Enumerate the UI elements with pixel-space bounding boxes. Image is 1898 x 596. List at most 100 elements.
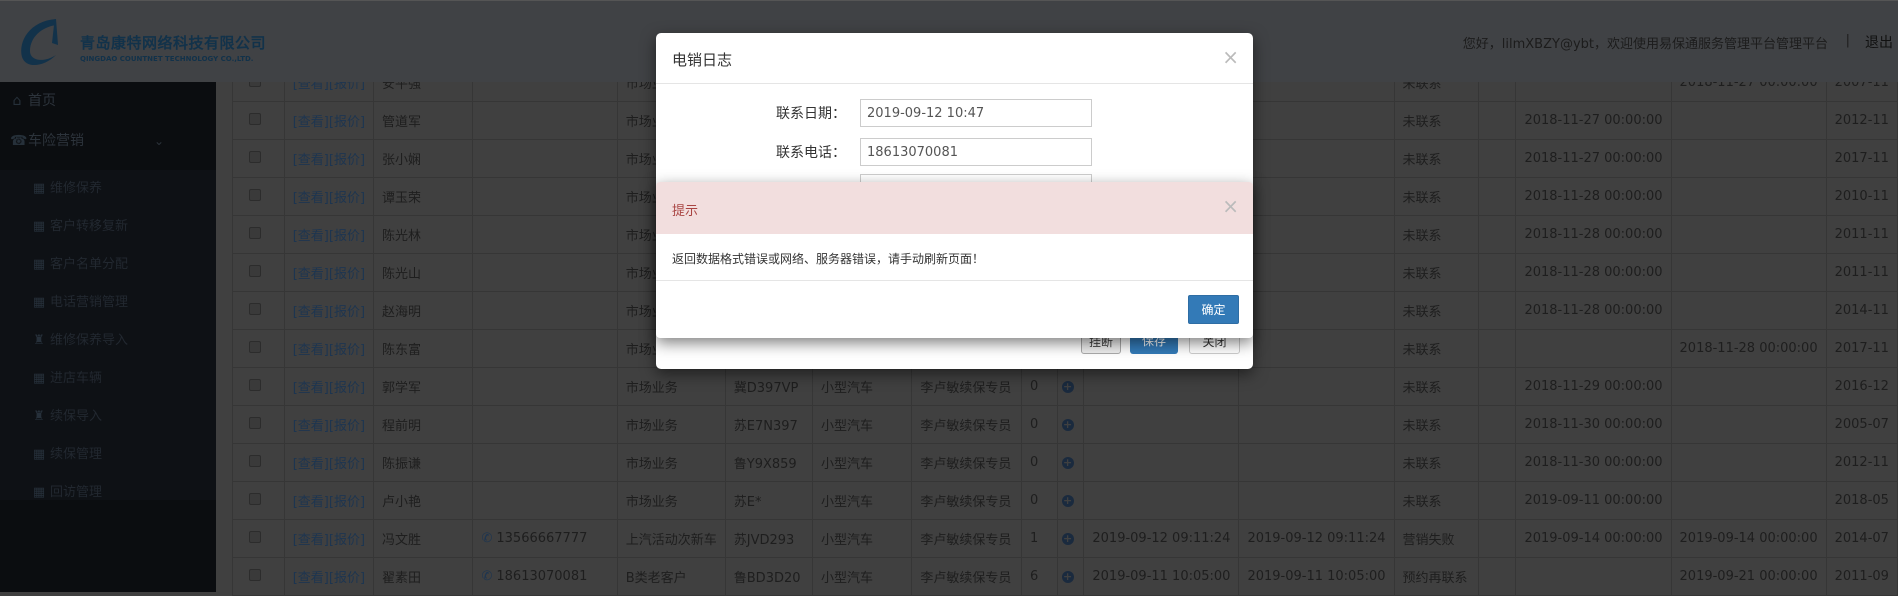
view-link[interactable]: [查看] (293, 191, 329, 206)
plus-circle-icon[interactable]: + (1061, 533, 1074, 545)
table-row: [查看][报价] 郭学军 市场业务 冀D397VP 小型汽车 李卢敏续保专员 0 + 未联系 20… (232, 367, 1898, 406)
quote-link[interactable]: [报价] (329, 495, 365, 510)
empty-cell (1477, 101, 1517, 140)
sidebar-item-label: 维修保养导入 (50, 333, 129, 348)
quote-link[interactable]: [报价] (329, 381, 365, 396)
row-checkbox[interactable] (249, 454, 261, 467)
plate-cell: 苏E7N397 (724, 405, 814, 444)
plus-circle-icon[interactable]: + (1061, 495, 1074, 507)
empty-cell (1477, 367, 1517, 406)
sidebar-item[interactable]: ▦ 进店车辆 (0, 360, 216, 398)
row-checkbox[interactable] (249, 302, 261, 315)
date-cell: 2005-07 (1825, 405, 1898, 444)
view-link[interactable]: [查看] (293, 153, 329, 168)
last-contact-cell (1238, 215, 1395, 254)
quote-link[interactable]: [报价] (329, 267, 365, 282)
row-checkbox[interactable] (249, 416, 261, 429)
row-checkbox[interactable] (249, 226, 261, 239)
empty-cell (1477, 177, 1517, 216)
status-cell: 未联系 (1393, 101, 1479, 140)
row-checkbox[interactable] (249, 112, 261, 125)
view-link[interactable]: [查看] (293, 381, 329, 396)
contact-time-cell (1083, 405, 1240, 444)
row-checkbox[interactable] (249, 492, 261, 505)
close-icon[interactable]: × (1222, 196, 1239, 216)
row-checkbox[interactable] (249, 378, 261, 391)
row-checkbox[interactable] (249, 530, 261, 543)
sidebar-section-car-insurance[interactable]: ☎车险营销 ⌄ (0, 122, 216, 160)
row-checkbox[interactable] (249, 150, 261, 163)
name-cell: 管道军 (373, 101, 474, 140)
view-link[interactable]: [查看] (293, 343, 329, 358)
plus-circle-icon[interactable]: + (1061, 381, 1074, 393)
sidebar-item[interactable]: ▦ 电话营销管理 (0, 284, 216, 322)
plate-cell: 苏E* (724, 481, 814, 520)
date-cell: 2018-11-28 00:00:00 (1515, 253, 1672, 292)
name-cell: 冯文胜 (373, 519, 474, 558)
table-row: [查看][报价] 陈振谦 市场业务 鲁Y9X859 小型汽车 李卢敏续保专员 0 + 未联系 20… (232, 443, 1898, 482)
sidebar-item[interactable]: ♜ 续保导入 (0, 398, 216, 436)
quote-link[interactable]: [报价] (329, 115, 365, 130)
view-link[interactable]: [查看] (293, 229, 329, 244)
sidebar-item[interactable]: ♜ 维修保养导入 (0, 322, 216, 360)
last-contact-cell (1238, 481, 1395, 520)
sidebar-item[interactable]: ▦ 客户转移复新 (0, 208, 216, 246)
phone-icon[interactable]: ✆ (481, 569, 492, 584)
quote-link[interactable]: [报价] (329, 343, 365, 358)
date-cell: 2019-09-21 00:00:00 (1670, 557, 1827, 596)
view-link[interactable]: [查看] (293, 495, 329, 510)
view-link[interactable]: [查看] (293, 533, 329, 548)
quote-link[interactable]: [报价] (329, 533, 365, 548)
name-cell: 赵海明 (373, 291, 474, 330)
date-cell (1670, 291, 1827, 330)
staff-cell: 李卢敏续保专员 (911, 443, 1022, 482)
quote-link[interactable]: [报价] (329, 305, 365, 320)
row-checkbox[interactable] (249, 264, 261, 277)
view-link[interactable]: [查看] (293, 419, 329, 434)
quote-link[interactable]: [报价] (329, 457, 365, 472)
logo-icon (21, 19, 58, 66)
status-cell: 未联系 (1393, 329, 1479, 368)
status-cell: 未联系 (1393, 215, 1479, 254)
staff-cell: 李卢敏续保专员 (911, 557, 1022, 596)
plus-circle-icon[interactable]: + (1061, 419, 1074, 431)
quote-link[interactable]: [报价] (329, 571, 365, 586)
name-cell: 卢小艳 (373, 481, 474, 520)
sidebar-item[interactable]: ▦ 客户名单分配 (0, 246, 216, 284)
close-icon[interactable]: × (1222, 47, 1239, 67)
confirm-button[interactable]: 确定 (1188, 295, 1239, 324)
view-link[interactable]: [查看] (293, 115, 329, 130)
customer-type-cell: 市场业务 (616, 367, 726, 406)
vehicle-type-cell: 小型汽车 (811, 519, 913, 558)
logout-link[interactable]: 退出 (1865, 32, 1893, 52)
empty-cell (1477, 443, 1517, 482)
add-cell: + (1056, 367, 1085, 406)
contact-phone-input[interactable] (860, 138, 1092, 166)
contact-date-input[interactable] (860, 99, 1092, 127)
plus-circle-icon[interactable]: + (1061, 457, 1074, 469)
quote-link[interactable]: [报价] (329, 153, 365, 168)
last-contact-cell (1238, 177, 1395, 216)
view-link[interactable]: [查看] (293, 267, 329, 282)
row-checkbox[interactable] (249, 568, 261, 581)
sidebar-item-home[interactable]: ⌂ 首页 (0, 82, 216, 120)
empty-cell (1477, 215, 1517, 254)
sidebar-item[interactable]: ▦ 回访管理 (0, 474, 216, 512)
view-link[interactable]: [查看] (293, 457, 329, 472)
import-icon: ♜ (33, 333, 45, 348)
view-link[interactable]: [查看] (293, 305, 329, 320)
chevron-down-icon: ⌄ (153, 134, 164, 148)
sidebar-item[interactable]: ▦ 维修保养 (0, 170, 216, 208)
quote-link[interactable]: [报价] (329, 191, 365, 206)
row-checkbox[interactable] (249, 340, 261, 353)
view-link[interactable]: [查看] (293, 571, 329, 586)
plus-circle-icon[interactable]: + (1061, 571, 1074, 583)
sidebar-item[interactable]: ▦ 续保管理 (0, 436, 216, 474)
quote-link[interactable]: [报价] (329, 229, 365, 244)
row-checkbox[interactable] (249, 188, 261, 201)
quote-link[interactable]: [报价] (329, 419, 365, 434)
phone-icon[interactable]: ✆ (481, 531, 492, 546)
sidebar-item-label: 首页 (28, 93, 56, 109)
date-cell (1670, 253, 1827, 292)
alert-message: 返回数据格式错误或网络、服务器错误，请手动刷新页面！ (672, 252, 985, 266)
